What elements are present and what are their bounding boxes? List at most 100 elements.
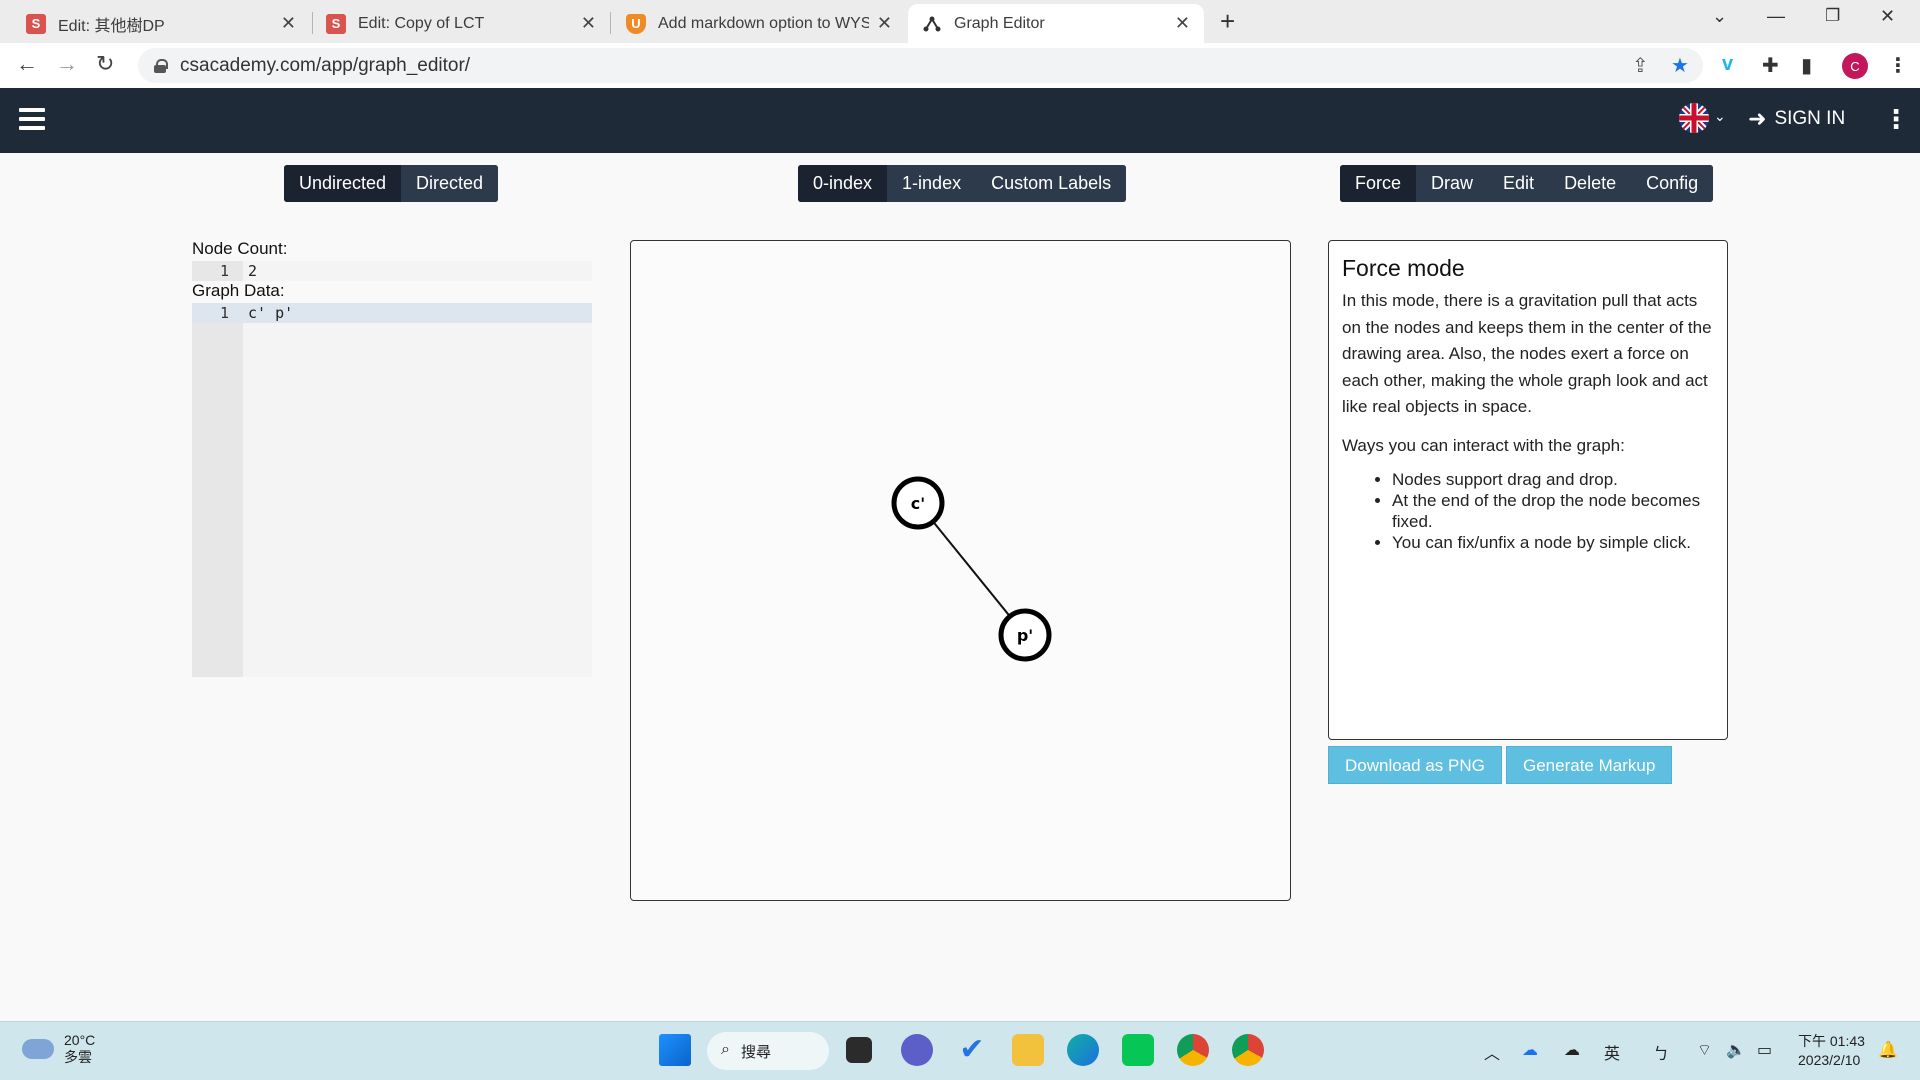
code-line: 1 c' p' xyxy=(192,303,592,323)
close-icon[interactable]: ✕ xyxy=(581,13,596,34)
config-mode-button[interactable]: Config xyxy=(1631,165,1714,202)
back-arrow-icon[interactable]: ← xyxy=(16,51,38,77)
app-header: ⌄ ➜ SIGN IN ⋮ xyxy=(0,88,1920,153)
side-panel-icon[interactable]: ▮ xyxy=(1801,53,1812,78)
download-png-button[interactable]: Download as PNG xyxy=(1328,746,1502,784)
undirected-button[interactable]: Undirected xyxy=(284,165,402,202)
browser-tab-2[interactable]: S Edit: Copy of LCT ✕ xyxy=(312,4,610,43)
onedrive-icon[interactable]: ☁ xyxy=(1522,1040,1538,1060)
todo-check-icon[interactable]: ✔ xyxy=(956,1034,988,1066)
ime-mode[interactable]: ㄅ xyxy=(1653,1040,1669,1064)
clock-time: 下午 01:43 xyxy=(1798,1033,1865,1049)
weather-temp: 20°C xyxy=(64,1032,96,1048)
node-count-label: Node Count: xyxy=(192,239,288,258)
chevron-down-icon[interactable]: ⌄ xyxy=(1714,108,1726,125)
info-title: Force mode xyxy=(1342,255,1465,281)
volume-icon[interactable]: 🔈 xyxy=(1726,1040,1746,1060)
bookmark-star-icon[interactable]: ★ xyxy=(1671,53,1689,78)
draw-mode-button[interactable]: Draw xyxy=(1416,165,1489,202)
code-line: 1 2 xyxy=(192,261,592,281)
close-icon[interactable]: ✕ xyxy=(877,13,892,34)
generate-markup-button[interactable]: Generate Markup xyxy=(1506,746,1673,784)
mode-toggle-group: Force Draw Edit Delete Config xyxy=(1340,165,1714,202)
profile-avatar[interactable]: C xyxy=(1842,53,1868,79)
wifi-icon[interactable]: ⌔ xyxy=(1697,1040,1712,1060)
code-line-text: 2 xyxy=(248,262,258,280)
vimeo-extension-icon[interactable]: v xyxy=(1722,53,1733,76)
window-close-icon[interactable]: ✕ xyxy=(1880,6,1895,27)
forward-arrow-icon[interactable]: → xyxy=(56,51,78,77)
url-text: csacademy.com/app/graph_editor/ xyxy=(180,54,471,76)
info-ways-title: Ways you can interact with the graph: xyxy=(1342,435,1625,455)
mode-info-panel: Force mode In this mode, there is a grav… xyxy=(1328,240,1728,740)
custom-labels-button[interactable]: Custom Labels xyxy=(976,165,1127,202)
line-number: 1 xyxy=(219,262,229,280)
indexing-toggle-group: 0-index 1-index Custom Labels xyxy=(798,165,1127,202)
close-icon[interactable]: ✕ xyxy=(1175,13,1190,34)
zero-index-button[interactable]: 0-index xyxy=(798,165,888,202)
line-gutter xyxy=(192,303,243,677)
new-tab-icon[interactable]: + xyxy=(1220,6,1235,37)
reload-icon[interactable]: ↻ xyxy=(96,51,114,77)
ime-language[interactable]: 英 xyxy=(1604,1040,1620,1064)
chevron-up-icon[interactable]: ︿ xyxy=(1484,1040,1500,1064)
minimize-icon[interactable]: — xyxy=(1767,6,1785,27)
chrome-icon[interactable] xyxy=(1177,1034,1209,1066)
graph-svg[interactable]: c' p' xyxy=(631,241,1290,900)
battery-icon[interactable]: ▭ xyxy=(1757,1040,1772,1060)
share-icon[interactable]: ⇪ xyxy=(1632,53,1649,78)
cloud-sync-icon[interactable]: ☁ xyxy=(1564,1040,1580,1060)
address-bar: ← → ↻ csacademy.com/app/graph_editor/ ⇪ … xyxy=(0,43,1920,88)
cloud-icon xyxy=(22,1039,54,1059)
browser-tab-4[interactable]: Graph Editor ✕ xyxy=(908,4,1204,43)
lock-icon xyxy=(154,58,168,73)
taskbar-search[interactable]: ⌕ 搜尋 xyxy=(707,1032,829,1070)
tab-title: Graph Editor xyxy=(954,14,1045,32)
delete-mode-button[interactable]: Delete xyxy=(1549,165,1632,202)
graph-data-editor[interactable]: 1 c' p' xyxy=(192,303,592,677)
weather-widget[interactable]: 20°C 多雲 xyxy=(22,1032,95,1066)
sign-in-button[interactable]: ➜ SIGN IN xyxy=(1748,106,1845,132)
node-count-editor[interactable]: 1 2 xyxy=(192,261,592,281)
chat-icon[interactable] xyxy=(901,1034,933,1066)
list-item: Nodes support drag and drop. xyxy=(1392,469,1714,490)
code-line-text: c' p' xyxy=(248,304,294,322)
puzzle-extensions-icon[interactable]: ✚ xyxy=(1762,53,1779,78)
site-favicon-icon: S xyxy=(326,13,346,34)
system-clock[interactable]: 下午 01:43 2023/2/10 xyxy=(1798,1032,1865,1070)
graph-node[interactable]: p' xyxy=(998,608,1052,662)
close-icon[interactable]: ✕ xyxy=(281,13,296,34)
edge-browser-icon[interactable] xyxy=(1067,1034,1099,1066)
info-description: In this mode, there is a gravitation pul… xyxy=(1342,291,1712,416)
clock-date: 2023/2/10 xyxy=(1798,1052,1861,1068)
force-mode-button[interactable]: Force xyxy=(1340,165,1417,202)
edit-mode-button[interactable]: Edit xyxy=(1488,165,1550,202)
weather-desc: 多雲 xyxy=(64,1049,92,1065)
browser-tab-3[interactable]: U Add markdown option to WYSI ✕ xyxy=(612,4,906,43)
more-options-icon[interactable]: ⋮ xyxy=(1883,104,1909,135)
sign-in-icon: ➜ xyxy=(1748,106,1767,131)
tab-title: Add markdown option to WYSI xyxy=(658,14,869,32)
graph-canvas[interactable]: c' p' xyxy=(630,240,1291,901)
chrome-menu-icon[interactable]: ⋮ xyxy=(1888,53,1908,78)
directed-button[interactable]: Directed xyxy=(401,165,499,202)
list-item: At the end of the drop the node becomes … xyxy=(1392,490,1714,532)
site-favicon-icon: U xyxy=(626,13,646,34)
chrome-profile-icon[interactable] xyxy=(1232,1034,1264,1066)
url-omnibox[interactable]: csacademy.com/app/graph_editor/ ⇪ ★ xyxy=(138,48,1703,83)
chevron-down-icon[interactable]: ⌄ xyxy=(1712,6,1727,27)
search-icon: ⌕ xyxy=(721,1041,730,1058)
file-explorer-icon[interactable] xyxy=(1012,1034,1044,1066)
notification-bell-icon[interactable]: 🔔 xyxy=(1878,1040,1898,1060)
browser-tab-1[interactable]: S Edit: 其他樹DP ✕ xyxy=(12,4,310,43)
tab-title: Edit: 其他樹DP xyxy=(58,17,165,35)
task-view-icon[interactable] xyxy=(846,1037,872,1063)
graph-node[interactable]: c' xyxy=(891,476,945,530)
graph-icon xyxy=(922,14,942,34)
restore-icon[interactable]: ❐ xyxy=(1825,6,1840,26)
hamburger-menu-icon[interactable] xyxy=(19,108,45,130)
windows-start-icon[interactable] xyxy=(659,1034,691,1066)
one-index-button[interactable]: 1-index xyxy=(887,165,977,202)
uk-flag-icon[interactable] xyxy=(1679,103,1709,133)
line-app-icon[interactable] xyxy=(1122,1034,1154,1066)
